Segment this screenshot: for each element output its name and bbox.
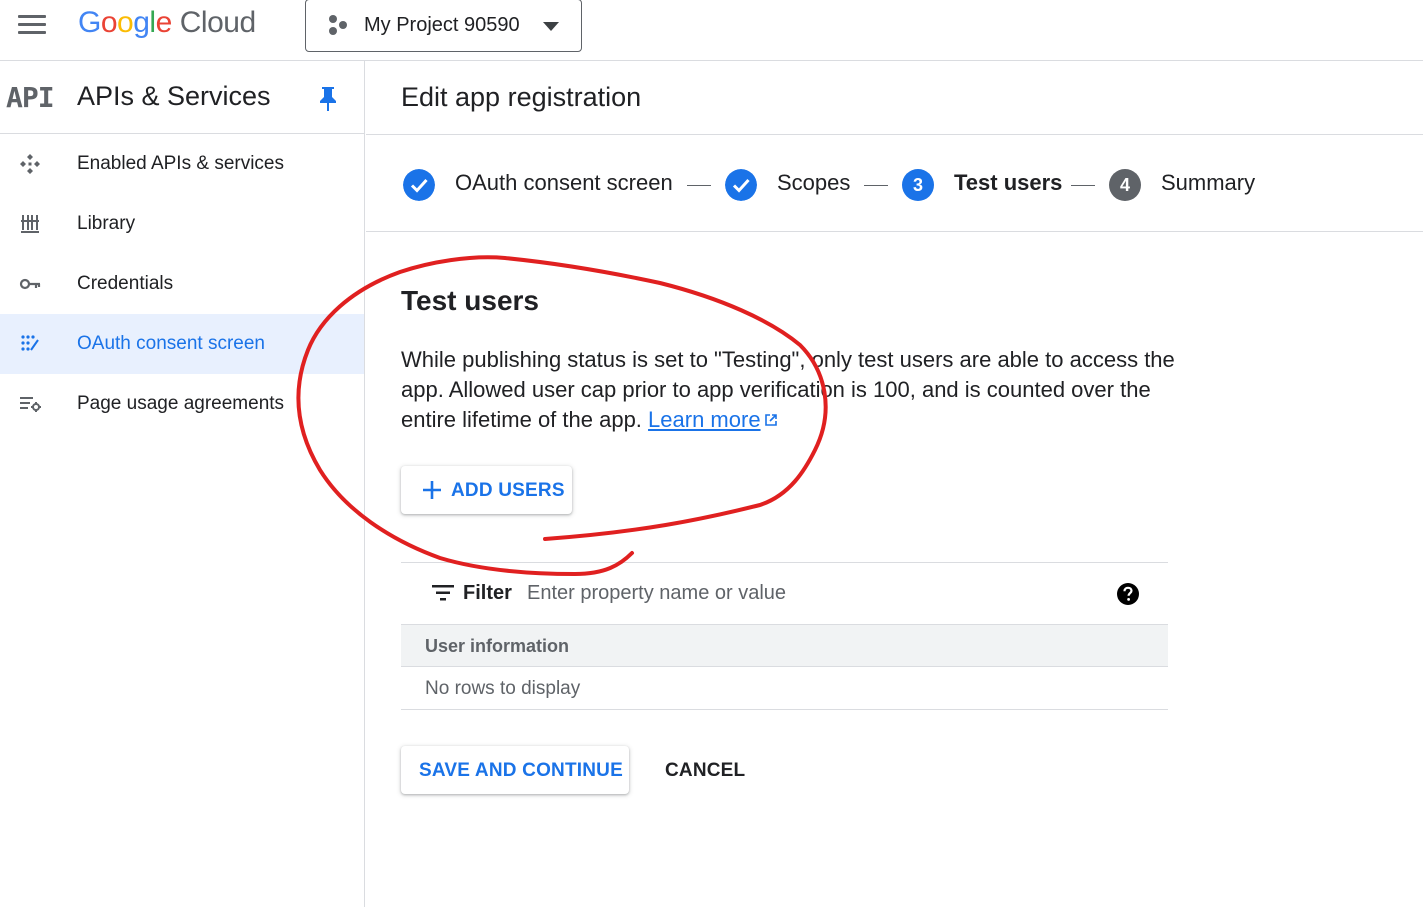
step-number-badge: 3 [902,169,934,201]
api-logo: API [6,81,55,114]
save-and-continue-button[interactable]: SAVE AND CONTINUE [401,746,629,794]
step-summary[interactable]: Summary [1161,170,1255,196]
filter-bar: Filter [401,562,1168,624]
enabled-apis-icon [20,154,40,174]
plus-icon [423,481,441,499]
section-title: Test users [401,285,539,316]
sidebar-item-library[interactable]: Library [0,194,364,254]
learn-more-link[interactable]: Learn more [648,407,761,432]
sidebar: API APIs & Services Enabled APIs & servi… [0,61,365,907]
filter-icon [432,585,454,601]
stepper: OAuth consent screen Scopes 3 Test users… [366,135,1423,232]
sidebar-item-enabled-apis[interactable]: Enabled APIs & services [0,134,364,194]
filter-input[interactable] [527,578,1087,608]
test-users-table: Filter User information No rows to displ… [401,562,1168,710]
top-bar: Google Cloud My Project 90590 [0,0,1423,61]
main-content: Edit app registration OAuth consent scre… [366,61,1423,907]
table-header: User information [401,624,1168,667]
google-cloud-logo[interactable]: Google Cloud [78,6,256,40]
sidebar-nav: Enabled APIs & services Library Credenti… [0,134,364,434]
filter-label: Filter [463,582,512,604]
project-picker[interactable]: My Project 90590 [305,0,582,52]
description-text: While publishing status is set to "Testi… [401,347,1175,432]
settings-list-icon [20,397,41,412]
step-test-users[interactable]: Test users [954,170,1062,196]
sidebar-item-oauth-consent-screen[interactable]: OAuth consent screen [0,314,364,374]
library-icon [21,215,39,233]
table-empty-row: No rows to display [401,667,1168,710]
step-scopes[interactable]: Scopes [777,170,850,196]
sidebar-header: API APIs & Services [0,61,364,134]
sidebar-item-page-usage-agreements[interactable]: Page usage agreements [0,374,364,434]
page-header: Edit app registration [366,61,1423,135]
step-number-badge: 4 [1109,169,1141,201]
project-name: My Project 90590 [364,14,520,36]
sidebar-title: APIs & Services [77,81,271,111]
check-circle-icon [403,169,435,201]
key-icon [19,278,41,290]
pin-icon[interactable] [318,85,338,111]
step-connector [1071,185,1095,186]
chevron-down-icon [543,22,559,31]
empty-message: No rows to display [425,678,581,699]
page-title: Edit app registration [401,82,642,112]
oauth-icon [21,335,39,351]
help-icon[interactable] [1116,582,1140,606]
cancel-button[interactable]: CANCEL [647,746,757,794]
column-header-user-information[interactable]: User information [425,636,569,657]
check-circle-icon [725,169,757,201]
hamburger-menu-icon[interactable] [18,15,46,37]
step-connector [687,185,711,186]
external-link-icon [764,414,777,426]
project-icon [329,15,347,35]
step-connector [864,185,888,186]
step-oauth-consent-screen[interactable]: OAuth consent screen [455,170,673,196]
sidebar-item-credentials[interactable]: Credentials [0,254,364,314]
add-users-button[interactable]: ADD USERS [401,466,572,514]
